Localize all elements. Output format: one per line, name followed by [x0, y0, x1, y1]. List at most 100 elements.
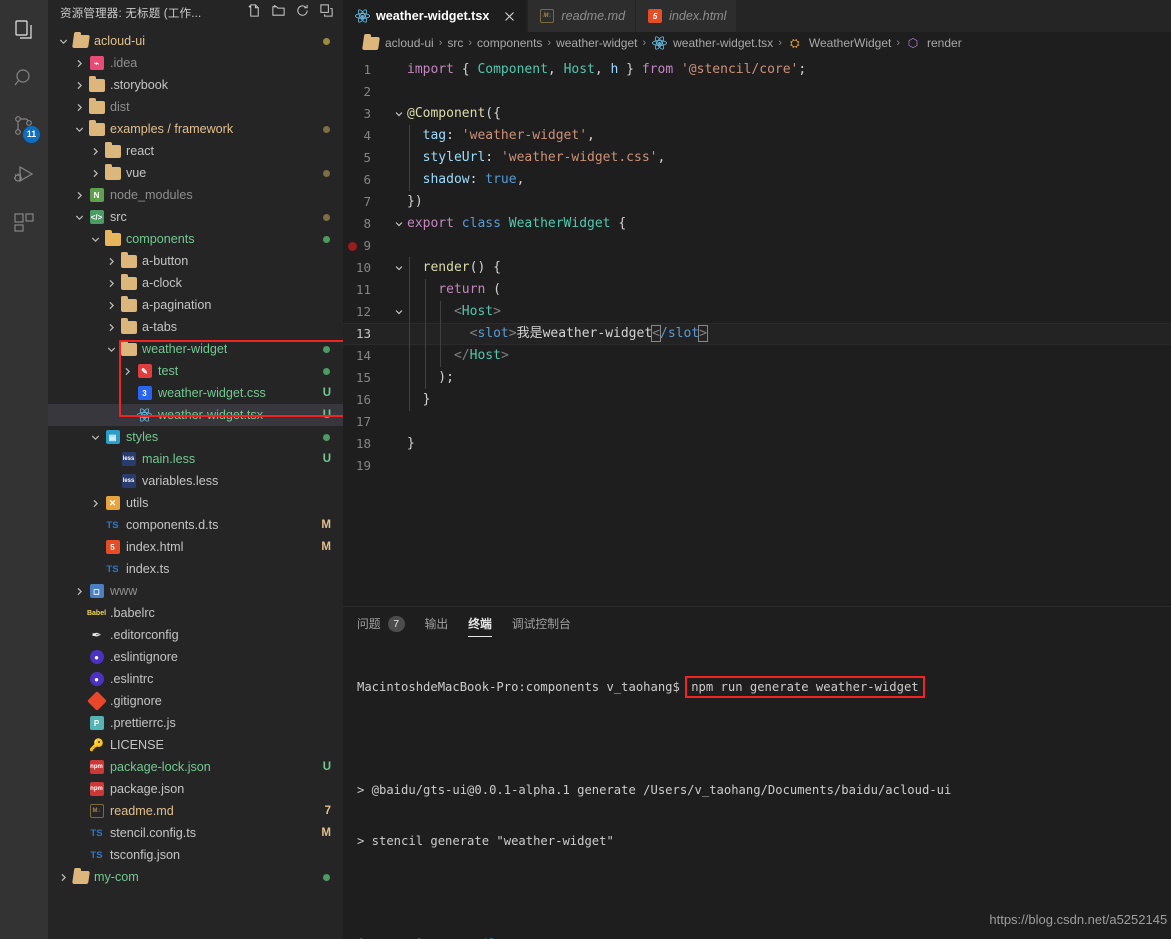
editor-tab[interactable]: M↓ readme.md	[528, 0, 637, 32]
breadcrumb[interactable]: acloud-ui › src › components › weather-widget ›…	[343, 32, 1171, 54]
tree-row[interactable]: a-button	[48, 250, 343, 272]
panel-tab[interactable]: 问题 7	[357, 607, 405, 640]
chevron-right-icon	[120, 366, 135, 377]
close-icon[interactable]	[501, 8, 517, 24]
breakpoint-icon[interactable]	[348, 242, 357, 251]
breadcrumb-item[interactable]: src	[447, 36, 463, 50]
tree-row[interactable]: less main.less U	[48, 448, 343, 470]
chevron-right-icon	[104, 322, 119, 333]
collapse-all-button[interactable]	[316, 3, 337, 24]
code-token: () {	[469, 260, 501, 275]
tree-row[interactable]: .storybook	[48, 74, 343, 96]
tree-row[interactable]: weather-widget.tsx U	[48, 404, 343, 426]
panel-tab[interactable]: 终端	[468, 607, 492, 640]
new-file-button[interactable]	[244, 3, 265, 24]
breadcrumb-label: weather-widget.tsx	[673, 36, 774, 50]
tree-row[interactable]: Nnode_modules	[48, 184, 343, 206]
tree-row[interactable]: acloud-ui	[48, 30, 343, 52]
new-folder-button[interactable]	[268, 3, 289, 24]
tree-row[interactable]: ⌁ .idea	[48, 52, 343, 74]
folder-plain-icon	[119, 317, 138, 334]
markdown-file-icon: M↓	[87, 804, 106, 818]
fold-chevron-down-icon[interactable]	[391, 219, 407, 229]
tree-row[interactable]: a-pagination	[48, 294, 343, 316]
tree-row[interactable]: TS stencil.config.ts M	[48, 822, 343, 844]
tree-row[interactable]: .gitignore	[48, 690, 343, 712]
code-token: @Component	[407, 106, 486, 121]
terminal-output[interactable]: MacintoshdeMacBook-Pro:components v_taoh…	[343, 640, 1171, 939]
code-token: Host	[563, 62, 595, 77]
line-number: 16	[355, 392, 371, 407]
activity-item-extensions[interactable]	[0, 200, 48, 248]
tree-row[interactable]: a-clock	[48, 272, 343, 294]
tree-row[interactable]: ● .eslintignore	[48, 646, 343, 668]
tree-row[interactable]: TS index.ts	[48, 558, 343, 580]
fold-chevron-down-icon[interactable]	[391, 263, 407, 273]
tree-row-label: index.ts	[126, 562, 170, 576]
breadcrumb-item[interactable]: weather-widget.tsx	[651, 35, 774, 51]
tree-row[interactable]: less variables.less	[48, 470, 343, 492]
tree-row[interactable]: npm package-lock.json U	[48, 756, 343, 778]
tree-row[interactable]: Babel .babelrc	[48, 602, 343, 624]
breadcrumb-item[interactable]: components	[477, 36, 542, 50]
tree-row[interactable]: react	[48, 140, 343, 162]
panel-tab[interactable]: 调试控制台	[512, 607, 571, 640]
tree-row[interactable]: ✕ utils	[48, 492, 343, 514]
tree-row[interactable]: 5 index.html M	[48, 536, 343, 558]
indent-guide	[409, 169, 410, 191]
activity-item-explorer[interactable]	[0, 8, 48, 56]
html5-file-icon: 5	[647, 9, 663, 23]
tree-row[interactable]: 🔑 LICENSE	[48, 734, 343, 756]
tree-row[interactable]: </> src	[48, 206, 343, 228]
tree-row[interactable]: ● .eslintrc	[48, 668, 343, 690]
tree-row[interactable]: TS tsconfig.json	[48, 844, 343, 866]
code-line: 12 <Host>	[343, 301, 1171, 323]
panel-tab[interactable]: 输出	[425, 607, 449, 640]
editor-tabbar[interactable]: weather-widget.tsx M↓ readme.md 5 index.html	[343, 0, 1171, 32]
source-control-badge: 11	[23, 126, 40, 143]
tree-row[interactable]: ▤ styles	[48, 426, 343, 448]
tree-row-label: components.d.ts	[126, 518, 219, 532]
tree-row[interactable]: ◻ www	[48, 580, 343, 602]
new-file-icon	[247, 3, 262, 23]
breadcrumb-item[interactable]: acloud-ui	[362, 36, 434, 50]
tree-row[interactable]: a-tabs	[48, 316, 343, 338]
tree-row-label: .prettierrc.js	[110, 716, 176, 730]
tree-row[interactable]: weather-widget	[48, 338, 343, 360]
code-token: shadow	[407, 172, 470, 187]
folder-components-icon	[103, 229, 122, 246]
tree-row[interactable]: my-com	[48, 866, 343, 888]
editor-tab[interactable]: 5 index.html	[636, 0, 738, 32]
tree-row-label: my-com	[94, 870, 139, 884]
refresh-button[interactable]	[292, 3, 313, 24]
tree-row[interactable]: TS components.d.ts M	[48, 514, 343, 536]
editorconfig-file-icon: ✒	[91, 628, 102, 642]
tree-row[interactable]: 3 weather-widget.css U	[48, 382, 343, 404]
code-editor[interactable]: 1 import { Component, Host, h } from '@st…	[343, 54, 1171, 606]
breadcrumb-item[interactable]: ⛭ WeatherWidget	[787, 36, 891, 51]
tree-row[interactable]: vue	[48, 162, 343, 184]
activity-item-search[interactable]	[0, 56, 48, 104]
breadcrumb-item[interactable]: ⬡ render	[905, 36, 962, 50]
code-text: render() {	[407, 257, 1171, 279]
activity-item-run-debug[interactable]	[0, 152, 48, 200]
code-text: }	[407, 389, 1171, 411]
tree-row[interactable]: components	[48, 228, 343, 250]
tree-row[interactable]: examples / framework	[48, 118, 343, 140]
code-token: 'weather-widget'	[461, 128, 588, 143]
activity-item-source-control[interactable]: 11	[0, 104, 48, 152]
tree-row[interactable]: M↓ readme.md 7	[48, 800, 343, 822]
panel-tabbar[interactable]: 问题 7 输出 终端 调试控制台	[343, 607, 1171, 640]
tree-row[interactable]: dist	[48, 96, 343, 118]
file-tree[interactable]: acloud-ui ⌁ .idea .storybook dist examples / …	[48, 26, 343, 939]
tree-row[interactable]: npm package.json	[48, 778, 343, 800]
new-folder-icon	[271, 3, 286, 23]
fold-chevron-down-icon[interactable]	[391, 109, 407, 119]
tree-row[interactable]: ✒ .editorconfig	[48, 624, 343, 646]
fold-chevron-down-icon[interactable]	[391, 307, 407, 317]
tree-row[interactable]: P .prettierrc.js	[48, 712, 343, 734]
breadcrumb-item[interactable]: weather-widget	[556, 36, 637, 50]
tree-row[interactable]: ✎ test	[48, 360, 343, 382]
chevron-right-icon: ›	[468, 37, 473, 49]
editor-tab[interactable]: weather-widget.tsx	[343, 0, 529, 32]
